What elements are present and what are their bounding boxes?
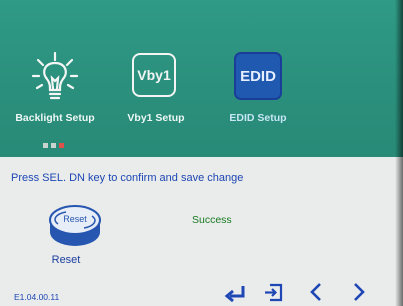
screen-bezel-edge: [395, 0, 403, 306]
edid-icon-text: EDID: [240, 67, 276, 85]
page-dot-active: [59, 143, 64, 148]
version-text: E1.04.00.11: [14, 292, 60, 302]
page-indicator: [43, 143, 64, 148]
enter-icon[interactable]: [224, 282, 248, 302]
vby1-icon-text: Vby1: [137, 67, 171, 83]
menu-item-vby1-setup[interactable]: Vby1 Vby1 Setup: [111, 50, 201, 124]
menu-item-label: Vby1 Setup: [127, 112, 185, 124]
menu-item-label: Backlight Setup: [15, 112, 95, 124]
menu-item-backlight-setup[interactable]: Backlight Setup: [10, 50, 100, 124]
reset-label: Reset: [51, 254, 81, 266]
bulb-icon: [28, 50, 82, 104]
reset-button[interactable]: Reset Reset: [36, 200, 116, 266]
instruction-text: Press SEL. DN key to confirm and save ch…: [11, 172, 244, 184]
page-dot: [43, 143, 48, 148]
menu-item-label: EDID Setup: [229, 112, 287, 124]
chevron-left-icon[interactable]: [309, 282, 323, 302]
reset-icon-text: Reset: [63, 214, 87, 224]
menu-bar: Backlight Setup Vby1 Vby1 Setup EDID EDI…: [0, 0, 403, 157]
menu-item-edid-setup[interactable]: EDID EDID Setup: [213, 50, 303, 124]
edid-icon: EDID: [231, 50, 285, 104]
chevron-right-icon[interactable]: [352, 282, 366, 302]
vby1-icon: Vby1: [129, 50, 183, 104]
exit-icon[interactable]: [263, 282, 285, 302]
osd-screen: Backlight Setup Vby1 Vby1 Setup EDID EDI…: [0, 0, 403, 306]
page-dot: [51, 143, 56, 148]
reset-icon: Reset: [49, 205, 101, 246]
status-text: Success: [192, 214, 232, 226]
